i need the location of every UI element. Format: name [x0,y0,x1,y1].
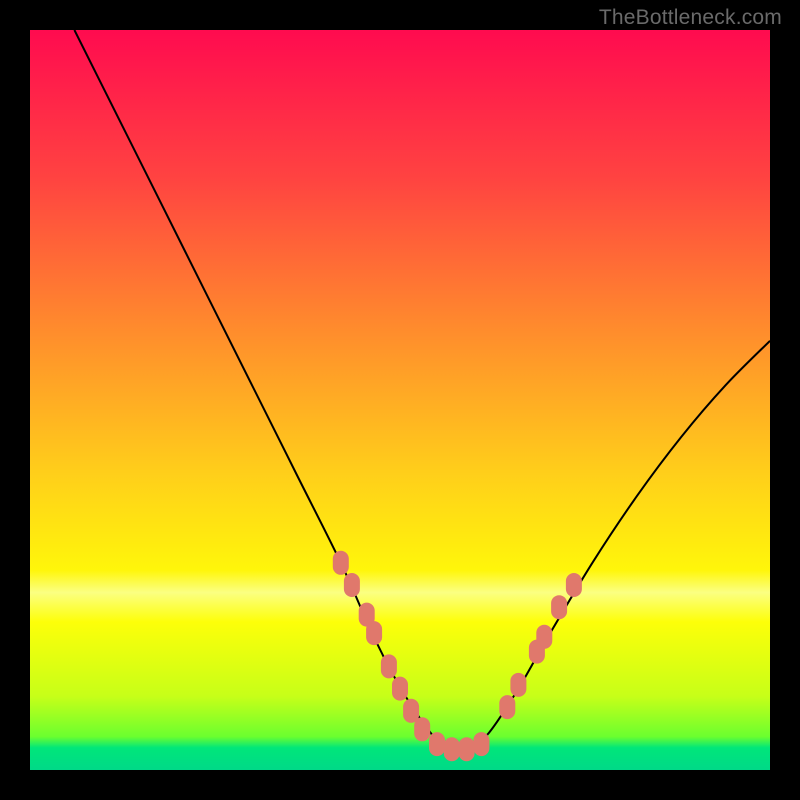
chart-background [30,30,770,770]
watermark-text: TheBottleneck.com [599,6,782,30]
marker-point [459,737,475,761]
marker-point [566,573,582,597]
marker-point [392,677,408,701]
marker-point [366,621,382,645]
marker-point [429,732,445,756]
marker-point [444,737,460,761]
marker-point [551,595,567,619]
marker-point [414,717,430,741]
chart-plot-area [30,30,770,770]
chart-svg [30,30,770,770]
marker-point [403,699,419,723]
marker-point [381,654,397,678]
marker-point [510,673,526,697]
marker-point [333,551,349,575]
marker-point [473,732,489,756]
marker-point [499,695,515,719]
marker-point [536,625,552,649]
marker-point [344,573,360,597]
